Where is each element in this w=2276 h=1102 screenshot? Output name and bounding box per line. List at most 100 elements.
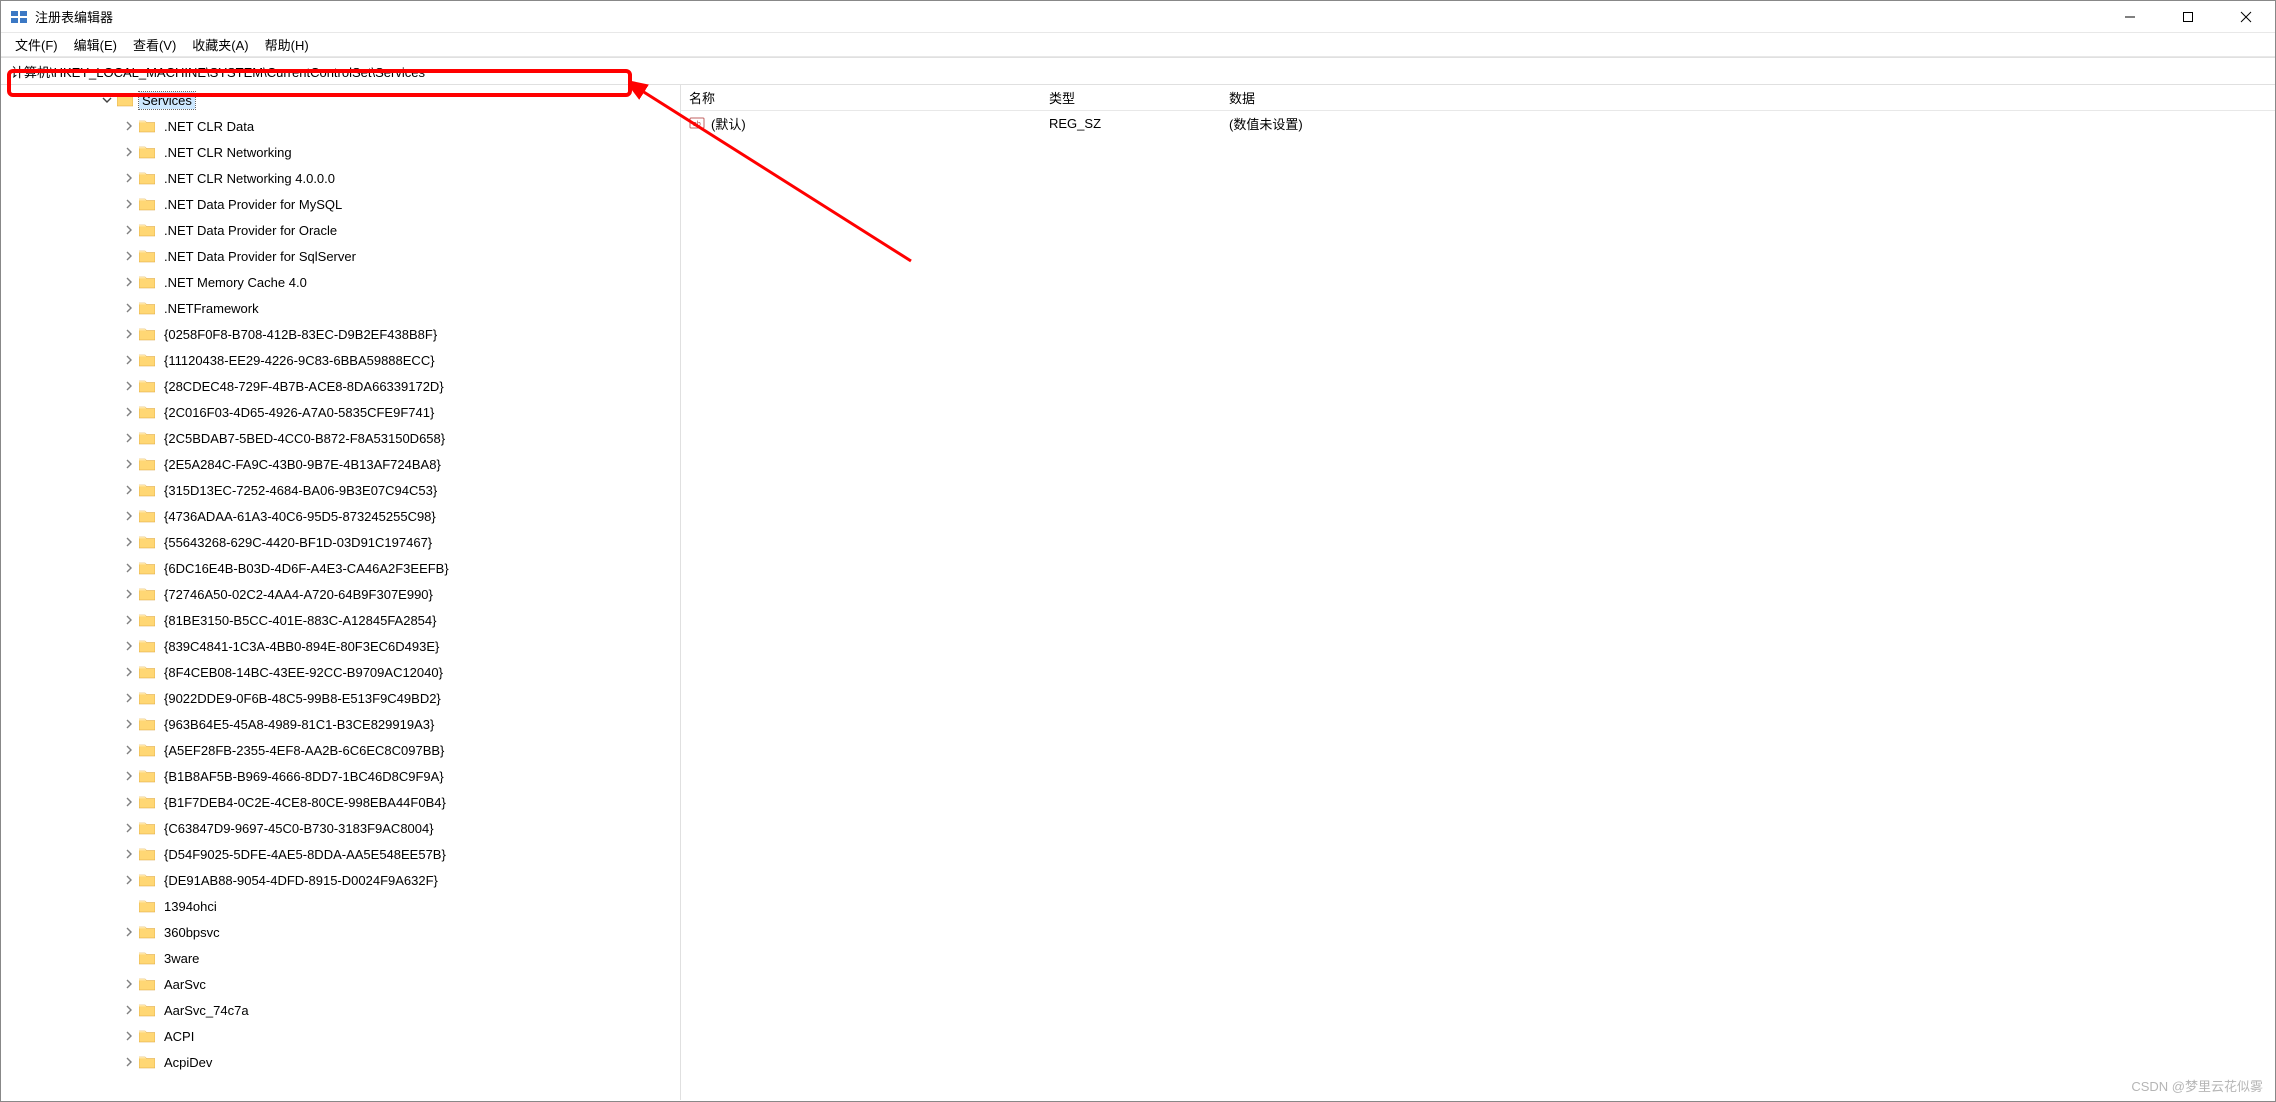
chevron-right-icon[interactable] — [121, 924, 137, 940]
chevron-right-icon[interactable] — [121, 768, 137, 784]
minimize-button[interactable] — [2101, 1, 2159, 33]
tree-item[interactable]: .NET Data Provider for Oracle — [1, 217, 680, 243]
tree-item[interactable]: {6DC16E4B-B03D-4D6F-A4E3-CA46A2F3EEFB} — [1, 555, 680, 581]
tree-item[interactable]: AarSvc — [1, 971, 680, 997]
chevron-right-icon[interactable] — [121, 352, 137, 368]
tree-item[interactable]: .NET CLR Networking 4.0.0.0 — [1, 165, 680, 191]
tree-item[interactable]: {A5EF28FB-2355-4EF8-AA2B-6C6EC8C097BB} — [1, 737, 680, 763]
chevron-right-icon[interactable] — [121, 222, 137, 238]
tree-item[interactable]: {72746A50-02C2-4AA4-A720-64B9F307E990} — [1, 581, 680, 607]
tree-item[interactable]: {2C5BDAB7-5BED-4CC0-B872-F8A53150D658} — [1, 425, 680, 451]
chevron-right-icon[interactable] — [121, 456, 137, 472]
tree-item[interactable]: {C63847D9-9697-45C0-B730-3183F9AC8004} — [1, 815, 680, 841]
tree-item-label: {4736ADAA-61A3-40C6-95D5-873245255C98} — [161, 508, 439, 525]
tree-item[interactable]: {DE91AB88-9054-4DFD-8915-D0024F9A632F} — [1, 867, 680, 893]
chevron-right-icon[interactable] — [121, 872, 137, 888]
tree-item-label: {839C4841-1C3A-4BB0-894E-80F3EC6D493E} — [161, 638, 442, 655]
chevron-right-icon[interactable] — [121, 1002, 137, 1018]
tree-item[interactable]: {2C016F03-4D65-4926-A7A0-5835CFE9F741} — [1, 399, 680, 425]
tree-item[interactable]: ACPI — [1, 1023, 680, 1049]
watermark: CSDN @梦里云花似雾 — [2131, 1076, 2263, 1095]
chevron-right-icon[interactable] — [121, 638, 137, 654]
tree-item[interactable]: 360bpsvc — [1, 919, 680, 945]
tree-item[interactable]: 3ware — [1, 945, 680, 971]
tree-item-services[interactable]: Services — [1, 87, 680, 113]
tree-item[interactable]: .NET Memory Cache 4.0 — [1, 269, 680, 295]
chevron-right-icon[interactable] — [121, 560, 137, 576]
tree-item[interactable]: AarSvc_74c7a — [1, 997, 680, 1023]
list-row[interactable]: ab(默认)REG_SZ(数值未设置) — [681, 111, 2275, 135]
tree-item[interactable]: {963B64E5-45A8-4989-81C1-B3CE829919A3} — [1, 711, 680, 737]
tree-item[interactable]: {0258F0F8-B708-412B-83EC-D9B2EF438B8F} — [1, 321, 680, 347]
tree-item[interactable]: {11120438-EE29-4226-9C83-6BBA59888ECC} — [1, 347, 680, 373]
list-panel[interactable]: 名称 类型 数据 ab(默认)REG_SZ(数值未设置) — [681, 85, 2275, 1100]
chevron-right-icon[interactable] — [121, 664, 137, 680]
maximize-button[interactable] — [2159, 1, 2217, 33]
tree-item[interactable]: .NET Data Provider for SqlServer — [1, 243, 680, 269]
tree-item-label: {963B64E5-45A8-4989-81C1-B3CE829919A3} — [161, 716, 437, 733]
tree-item-label: 360bpsvc — [161, 924, 223, 941]
chevron-right-icon[interactable] — [121, 482, 137, 498]
menu-favorites[interactable]: 收藏夹(A) — [184, 33, 256, 56]
chevron-right-icon[interactable] — [121, 1028, 137, 1044]
tree-item[interactable]: {55643268-629C-4420-BF1D-03D91C197467} — [1, 529, 680, 555]
menu-file[interactable]: 文件(F) — [7, 33, 66, 56]
tree-item[interactable]: {315D13EC-7252-4684-BA06-9B3E07C94C53} — [1, 477, 680, 503]
column-name[interactable]: 名称 — [681, 85, 1041, 110]
chevron-right-icon[interactable] — [121, 742, 137, 758]
chevron-right-icon[interactable] — [121, 794, 137, 810]
svg-text:ab: ab — [693, 121, 701, 128]
chevron-right-icon[interactable] — [121, 196, 137, 212]
menu-view[interactable]: 查看(V) — [125, 33, 184, 56]
chevron-right-icon[interactable] — [121, 378, 137, 394]
chevron-right-icon[interactable] — [121, 404, 137, 420]
tree-item-label: {72746A50-02C2-4AA4-A720-64B9F307E990} — [161, 586, 436, 603]
column-data[interactable]: 数据 — [1221, 85, 2275, 110]
tree-item-label: .NET CLR Networking 4.0.0.0 — [161, 170, 338, 187]
chevron-down-icon[interactable] — [99, 92, 115, 108]
chevron-right-icon[interactable] — [121, 326, 137, 342]
chevron-right-icon[interactable] — [121, 586, 137, 602]
tree-item-label: {0258F0F8-B708-412B-83EC-D9B2EF438B8F} — [161, 326, 440, 343]
tree-item[interactable]: {D54F9025-5DFE-4AE5-8DDA-AA5E548EE57B} — [1, 841, 680, 867]
chevron-right-icon[interactable] — [121, 820, 137, 836]
chevron-right-icon[interactable] — [121, 690, 137, 706]
chevron-right-icon[interactable] — [121, 300, 137, 316]
chevron-right-icon[interactable] — [121, 118, 137, 134]
tree-item[interactable]: AcpiDev — [1, 1049, 680, 1075]
chevron-right-icon[interactable] — [121, 430, 137, 446]
tree-item[interactable]: .NETFramework — [1, 295, 680, 321]
tree-item[interactable]: {8F4CEB08-14BC-43EE-92CC-B9709AC12040} — [1, 659, 680, 685]
chevron-right-icon[interactable] — [121, 1054, 137, 1070]
chevron-right-icon[interactable] — [121, 508, 137, 524]
chevron-right-icon[interactable] — [121, 274, 137, 290]
tree-item[interactable]: .NET Data Provider for MySQL — [1, 191, 680, 217]
menu-help[interactable]: 帮助(H) — [257, 33, 317, 56]
tree-item[interactable]: .NET CLR Data — [1, 113, 680, 139]
tree-item[interactable]: {81BE3150-B5CC-401E-883C-A12845FA2854} — [1, 607, 680, 633]
chevron-right-icon[interactable] — [121, 170, 137, 186]
tree-item[interactable]: .NET CLR Networking — [1, 139, 680, 165]
tree-item[interactable]: 1394ohci — [1, 893, 680, 919]
tree-item[interactable]: {839C4841-1C3A-4BB0-894E-80F3EC6D493E} — [1, 633, 680, 659]
chevron-right-icon[interactable] — [121, 612, 137, 628]
address-input[interactable] — [1, 58, 2275, 84]
chevron-right-icon[interactable] — [121, 846, 137, 862]
tree-item[interactable]: {B1B8AF5B-B969-4666-8DD7-1BC46D8C9F9A} — [1, 763, 680, 789]
chevron-right-icon[interactable] — [121, 248, 137, 264]
chevron-right-icon[interactable] — [121, 716, 137, 732]
tree-item[interactable]: {28CDEC48-729F-4B7B-ACE8-8DA66339172D} — [1, 373, 680, 399]
chevron-right-icon[interactable] — [121, 144, 137, 160]
tree-item[interactable]: {B1F7DEB4-0C2E-4CE8-80CE-998EBA44F0B4} — [1, 789, 680, 815]
tree-item[interactable]: {4736ADAA-61A3-40C6-95D5-873245255C98} — [1, 503, 680, 529]
tree-item-label: AarSvc — [161, 976, 209, 993]
menu-edit[interactable]: 编辑(E) — [66, 33, 125, 56]
close-button[interactable] — [2217, 1, 2275, 33]
expander-placeholder — [121, 898, 137, 914]
tree-item[interactable]: {9022DDE9-0F6B-48C5-99B8-E513F9C49BD2} — [1, 685, 680, 711]
tree-panel[interactable]: Services.NET CLR Data.NET CLR Networking… — [1, 85, 681, 1100]
column-type[interactable]: 类型 — [1041, 85, 1221, 110]
chevron-right-icon[interactable] — [121, 534, 137, 550]
tree-item[interactable]: {2E5A284C-FA9C-43B0-9B7E-4B13AF724BA8} — [1, 451, 680, 477]
chevron-right-icon[interactable] — [121, 976, 137, 992]
